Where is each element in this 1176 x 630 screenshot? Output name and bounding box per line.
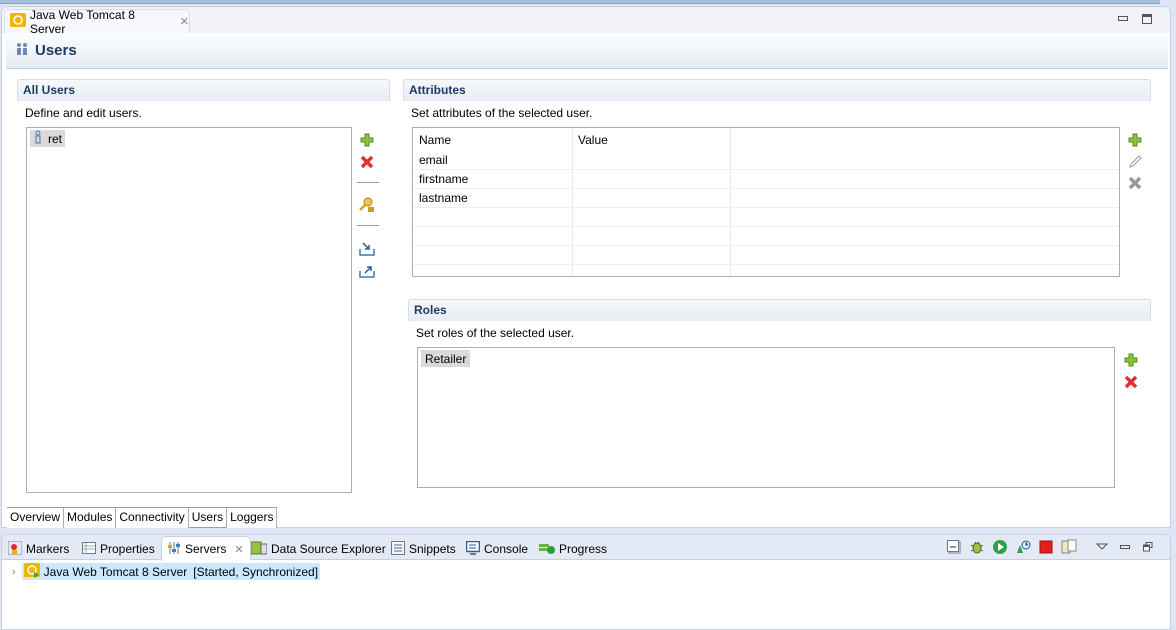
import-button[interactable] <box>359 241 375 257</box>
close-icon[interactable]: ✕ <box>234 543 243 556</box>
tomcat-server-icon <box>10 12 26 31</box>
tab-servers[interactable]: Servers ✕ <box>161 536 251 561</box>
server-editor: Java Web Tomcat 8 Server ✕ Users All Use… <box>1 6 1171 528</box>
roles-section-title[interactable]: Roles <box>408 299 1151 321</box>
console-icon <box>465 540 481 558</box>
all-users-section-title[interactable]: All Users <box>17 79 390 101</box>
server-entry[interactable]: Java Web Tomcat 8 Server [Started, Synch… <box>21 562 321 581</box>
table-row-empty <box>413 208 1119 227</box>
table-row[interactable]: lastname <box>413 189 1119 208</box>
attribute-name: firstname <box>419 172 469 186</box>
tab-markers[interactable]: Markers <box>7 538 70 560</box>
add-user-button[interactable] <box>359 132 375 148</box>
user-icon <box>33 130 43 147</box>
view-toolbar <box>946 539 1156 555</box>
tab-label: Properties <box>100 542 155 556</box>
editor-tab-bar: Java Web Tomcat 8 Server ✕ <box>2 7 1170 36</box>
role-name: Retailer <box>425 351 467 366</box>
attributes-description: Set attributes of the selected user. <box>411 106 593 120</box>
snippets-icon <box>391 540 405 558</box>
expand-chevron-icon[interactable]: › <box>12 566 16 578</box>
restore-icon[interactable] <box>1140 539 1156 555</box>
minimize-icon[interactable] <box>1117 539 1133 555</box>
tab-connectivity[interactable]: Connectivity <box>116 508 189 528</box>
tab-properties[interactable]: Properties <box>82 538 155 560</box>
roles-description: Set roles of the selected user. <box>416 326 575 340</box>
page-title: Users <box>35 42 77 59</box>
tomcat-server-icon <box>23 562 40 581</box>
server-name: Java Web Tomcat 8 Server <box>43 564 188 579</box>
view-menu-icon[interactable] <box>1094 539 1110 555</box>
tab-label: Data Source Explorer <box>271 542 386 556</box>
attributes-section-title[interactable]: Attributes <box>403 79 1151 101</box>
remove-role-button[interactable] <box>1123 374 1139 390</box>
window-top-border <box>0 0 1160 4</box>
table-header: Name Value <box>413 128 1119 151</box>
table-row[interactable]: email <box>413 151 1119 170</box>
publish-button[interactable] <box>1061 539 1077 555</box>
progress-icon <box>539 541 555 558</box>
roles-list[interactable]: Retailer <box>417 347 1115 488</box>
list-item-user[interactable]: ret <box>30 130 66 147</box>
table-row[interactable]: firstname <box>413 170 1119 189</box>
remove-user-button[interactable] <box>359 154 375 170</box>
tab-label: Snippets <box>409 542 456 556</box>
table-row-empty <box>413 246 1119 265</box>
tab-label: Console <box>484 542 529 556</box>
profile-server-button[interactable] <box>1015 539 1031 555</box>
column-header-name[interactable]: Name <box>419 133 451 147</box>
start-server-button[interactable] <box>992 539 1008 555</box>
minimize-icon[interactable] <box>1118 16 1128 21</box>
add-role-button[interactable] <box>1123 352 1139 368</box>
markers-icon <box>7 540 23 558</box>
form-header: Users <box>6 33 1168 69</box>
properties-icon <box>82 541 96 557</box>
server-tree-item[interactable]: › Java Web Tomcat 8 Server [Started, Syn… <box>12 562 321 581</box>
tab-progress[interactable]: Progress <box>539 538 607 560</box>
tab-users[interactable]: Users <box>188 508 228 528</box>
separator <box>357 225 379 226</box>
users-icon <box>15 42 29 59</box>
all-users-description: Define and edit users. <box>25 106 142 120</box>
attribute-name: lastname <box>419 191 468 205</box>
editor-tab-label: Java Web Tomcat 8 Server <box>30 7 135 36</box>
server-status: [Started, Synchronized] <box>193 564 319 579</box>
editor-page-tabs: Overview Modules Connectivity Users Logg… <box>7 507 278 528</box>
users-list[interactable]: ret <box>26 127 352 493</box>
edit-attribute-button[interactable] <box>1127 154 1143 170</box>
maximize-icon[interactable] <box>1142 14 1152 24</box>
separator <box>357 182 379 183</box>
attribute-name: email <box>419 153 448 167</box>
tab-snippets[interactable]: Snippets <box>391 538 456 560</box>
tab-modules[interactable]: Modules <box>64 508 117 528</box>
debug-icon[interactable] <box>969 539 985 555</box>
tab-data-source-explorer[interactable]: Data Source Explorer <box>250 538 386 560</box>
change-password-button[interactable] <box>359 197 375 213</box>
export-button[interactable] <box>359 263 375 279</box>
servers-view: Markers Properties Servers ✕ Data Source… <box>1 534 1171 630</box>
data-source-icon <box>250 541 268 558</box>
tab-loggers[interactable]: Loggers <box>227 508 278 528</box>
tab-label: Progress <box>559 542 608 556</box>
servers-icon <box>167 541 181 558</box>
tab-label: Servers <box>185 542 227 556</box>
collapse-all-button[interactable] <box>946 539 962 555</box>
remove-attribute-button[interactable] <box>1127 175 1143 191</box>
view-tab-bar: Markers Properties Servers ✕ Data Source… <box>2 535 1170 561</box>
editor-tab[interactable]: Java Web Tomcat 8 Server ✕ <box>4 7 190 36</box>
user-name: ret <box>48 131 63 146</box>
attributes-table[interactable]: Name Value email firstname lastname <box>412 127 1120 277</box>
add-attribute-button[interactable] <box>1127 132 1143 148</box>
close-icon[interactable]: ✕ <box>180 15 189 28</box>
tab-label: Markers <box>26 542 70 556</box>
tab-console[interactable]: Console <box>465 538 529 560</box>
table-row-empty <box>413 227 1119 246</box>
list-item-role[interactable]: Retailer <box>421 350 471 367</box>
column-header-value[interactable]: Value <box>578 133 608 147</box>
stop-server-button[interactable] <box>1038 539 1054 555</box>
tab-overview[interactable]: Overview <box>7 508 65 528</box>
